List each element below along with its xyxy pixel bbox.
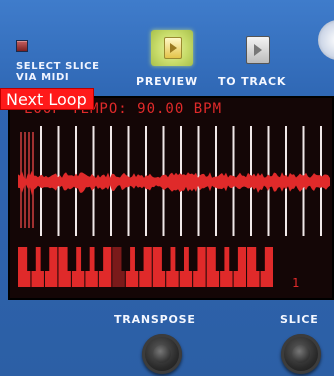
transpose-knob[interactable] (142, 334, 182, 374)
piano-black-key[interactable] (40, 247, 50, 271)
piano-black-key[interactable] (175, 247, 184, 271)
select-slice-label-line2: VIA MIDI (16, 72, 70, 83)
piano-black-key[interactable] (94, 247, 104, 271)
select-slice-label-line1: SELECT SLICE (16, 61, 100, 72)
piano-black-key[interactable] (121, 247, 131, 271)
next-loop-tooltip: Next Loop (0, 88, 94, 110)
piano-black-key[interactable] (229, 247, 238, 271)
piano-black-key[interactable] (134, 247, 144, 271)
piano-black-key[interactable] (67, 247, 77, 271)
slice-number: 1 (292, 276, 300, 290)
to-track-button[interactable] (246, 36, 270, 64)
piano-black-key[interactable] (256, 247, 265, 271)
select-slice-label: SELECT SLICE VIA MIDI (16, 61, 136, 83)
select-slice-via-midi-toggle[interactable] (16, 40, 28, 52)
audio-waveform (18, 170, 330, 196)
piano-black-key[interactable] (81, 247, 90, 271)
play-icon (164, 37, 182, 59)
slice-keyboard[interactable] (18, 247, 274, 287)
slice-label: SLICE (280, 313, 319, 326)
slice-knob[interactable] (281, 334, 321, 374)
piano-black-key[interactable] (161, 247, 171, 271)
piano-black-key[interactable] (27, 247, 36, 271)
recycle-loop-player: SELECT SLICE VIA MIDI PREVIEW TO TRACK L… (0, 0, 334, 376)
preview-button[interactable] (151, 30, 193, 66)
to-track-label: TO TRACK (218, 75, 287, 88)
transpose-label: TRANSPOSE (114, 313, 196, 326)
piano-black-key[interactable] (215, 247, 225, 271)
preview-label: PREVIEW (136, 75, 198, 88)
piano-black-key[interactable] (188, 247, 198, 271)
